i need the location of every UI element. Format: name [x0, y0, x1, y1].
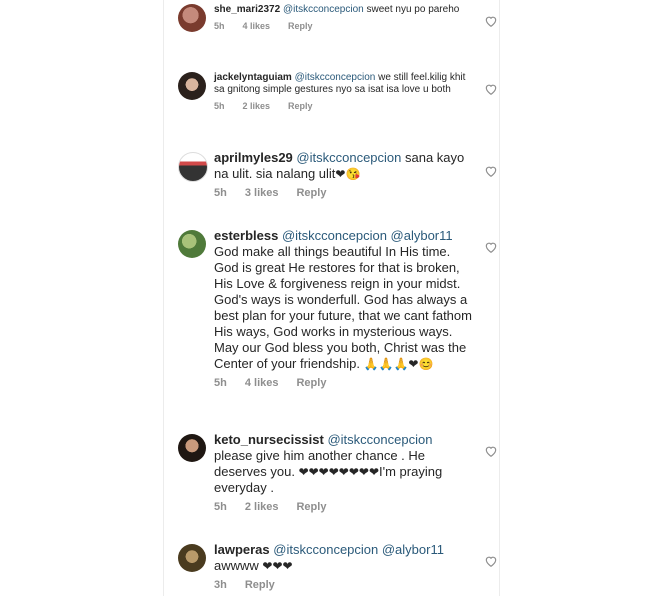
comment-username[interactable]: aprilmyles29 [214, 150, 293, 165]
comment-mention[interactable]: @itskcconcepcion @alybor11 [282, 228, 453, 243]
comment-mention[interactable]: @itskcconcepcion [295, 72, 376, 83]
avatar[interactable] [178, 72, 206, 100]
comment: aprilmyles29 @itskcconcepcion sana kayo … [178, 150, 498, 210]
comment-username[interactable]: jackelyntaguiam [214, 72, 292, 83]
comment-mention[interactable]: @itskcconcepcion [327, 432, 432, 447]
reply-button[interactable]: Reply [288, 101, 313, 111]
comment-time: 5h [214, 501, 227, 513]
reply-button[interactable]: Reply [245, 579, 275, 591]
comment-text: God make all things beautiful In His tim… [214, 244, 472, 371]
comment-text: awwww [214, 558, 259, 573]
reply-button[interactable]: Reply [296, 501, 326, 513]
comment-mention[interactable]: @itskcconcepcion [296, 150, 401, 165]
comment-likes[interactable]: 2 likes [243, 101, 271, 111]
heart-outline-icon[interactable] [484, 14, 498, 28]
comment-emoji: ❤❤❤ [262, 559, 293, 573]
comment-likes[interactable]: 4 likes [245, 377, 279, 389]
heart-outline-icon[interactable] [484, 240, 498, 254]
comment-username[interactable]: keto_nursecissist [214, 432, 324, 447]
comment-mention[interactable]: @itskcconcepcion [283, 4, 364, 15]
avatar[interactable] [178, 544, 206, 572]
comment-emoji: 🙏🙏🙏❤😊 [363, 357, 434, 371]
comment: keto_nursecissist @itskcconcepcion pleas… [178, 432, 498, 524]
comment-text: sweet nyu po pareho [366, 4, 460, 15]
avatar[interactable] [178, 4, 206, 32]
reply-button[interactable]: Reply [288, 21, 313, 31]
comment-time: 5h [214, 187, 227, 199]
comment: jackelyntaguiam @itskcconcepcion we stil… [178, 72, 498, 132]
comment-emoji: ❤😘 [335, 167, 361, 181]
heart-outline-icon[interactable] [484, 164, 498, 178]
heart-outline-icon[interactable] [484, 444, 498, 458]
heart-outline-icon[interactable] [484, 82, 498, 96]
avatar[interactable] [178, 434, 206, 462]
comment-time: 5h [214, 377, 227, 389]
reply-button[interactable]: Reply [296, 187, 326, 199]
comment-time: 5h [214, 21, 225, 31]
comment-username[interactable]: she_mari2372 [214, 4, 280, 15]
heart-outline-icon[interactable] [484, 554, 498, 568]
comment-username[interactable]: lawperas [214, 542, 270, 557]
comment-likes[interactable]: 2 likes [245, 501, 279, 513]
reply-button[interactable]: Reply [296, 377, 326, 389]
avatar[interactable] [178, 230, 206, 258]
comment-likes[interactable]: 3 likes [245, 187, 279, 199]
avatar[interactable] [178, 152, 208, 182]
comment: she_mari2372 @itskcconcepcion sweet nyu … [178, 2, 498, 54]
comment-time: 5h [214, 101, 225, 111]
comment: lawperas @itskcconcepcion @alybor11 awww… [178, 542, 498, 596]
comment-username[interactable]: esterbless [214, 228, 278, 243]
comment-time: 3h [214, 579, 227, 591]
comment-likes[interactable]: 4 likes [243, 21, 271, 31]
comment: esterbless @itskcconcepcion @alybor11 Go… [178, 228, 498, 414]
comment-emoji: ❤❤❤❤❤❤❤❤ [298, 465, 379, 479]
comment-mention[interactable]: @itskcconcepcion @alybor11 [273, 542, 444, 557]
